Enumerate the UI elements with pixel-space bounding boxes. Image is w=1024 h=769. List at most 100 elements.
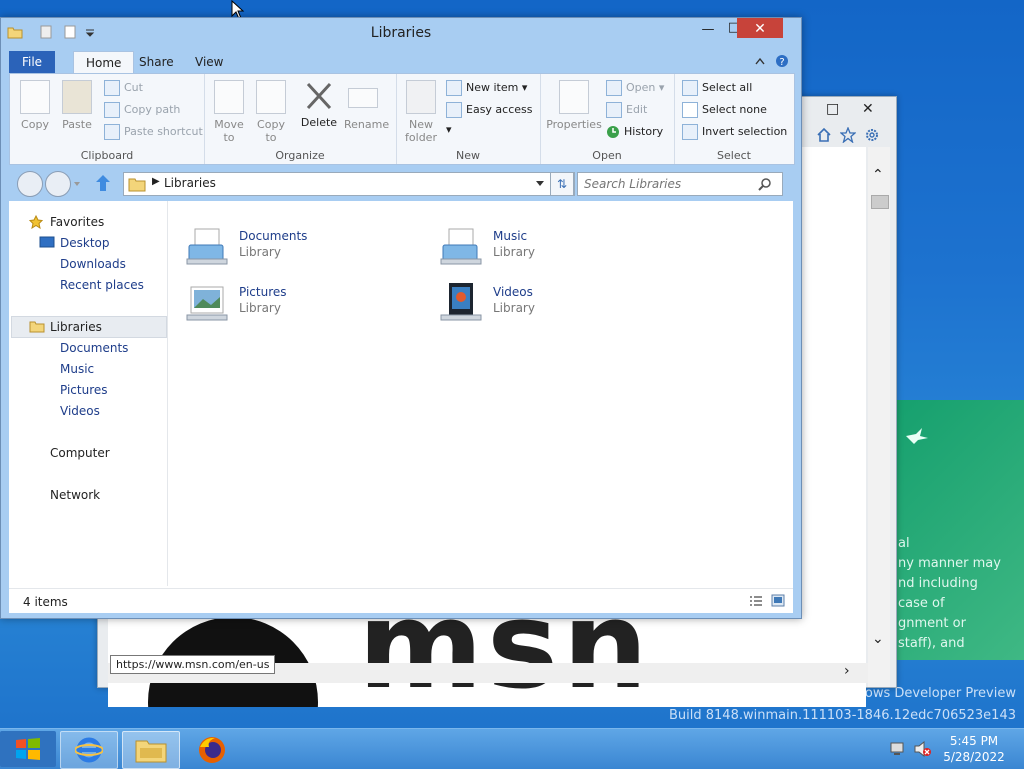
nav-desktop[interactable]: Desktop xyxy=(60,233,110,253)
paste-button[interactable]: Paste xyxy=(58,80,96,131)
background-page-strip: al ny manner may nd including case of gn… xyxy=(896,400,1024,660)
taskbar-internet-explorer[interactable] xyxy=(60,731,118,769)
delete-x-icon xyxy=(306,82,332,110)
documents-library-icon xyxy=(186,228,228,265)
tab-share[interactable]: Share xyxy=(127,51,186,73)
invert-selection-button[interactable]: Invert selection xyxy=(682,122,787,142)
delete-button[interactable]: Delete xyxy=(300,80,338,129)
properties-button[interactable]: Properties xyxy=(546,80,602,131)
item-type: Library xyxy=(493,301,535,315)
home-icon[interactable] xyxy=(816,127,832,143)
nav-music[interactable]: Music xyxy=(60,359,94,379)
copy-to-button[interactable]: Copy to xyxy=(252,80,290,144)
taskbar: 5:45 PM 5/28/2022 xyxy=(0,728,1024,769)
cut-button[interactable]: Cut xyxy=(104,78,143,98)
refresh-button[interactable]: ⇅ xyxy=(550,172,574,196)
favorites-star-icon xyxy=(29,215,43,229)
select-none-button[interactable]: Select none xyxy=(682,100,767,120)
nav-network[interactable]: Network xyxy=(50,485,100,505)
browser-vertical-scrollbar[interactable]: ⌃ ⌄ xyxy=(868,147,890,687)
scroll-up-arrow-icon[interactable]: ⌃ xyxy=(872,167,884,183)
easy-access-button[interactable]: Easy access ▾ xyxy=(446,100,540,136)
tab-view[interactable]: View xyxy=(183,51,235,73)
library-item-pictures[interactable]: Pictures Library xyxy=(185,281,415,325)
history-icon xyxy=(607,126,619,138)
tab-home[interactable]: Home xyxy=(73,51,135,75)
nav-recent-places[interactable]: Recent places xyxy=(60,275,144,295)
minimize-ribbon-chevron-icon[interactable] xyxy=(755,57,765,65)
library-item-videos[interactable]: Videos Library xyxy=(439,281,669,325)
edit-button[interactable]: Edit xyxy=(606,100,647,120)
explorer-window[interactable]: Libraries — □ ✕ File Home Share View ? C… xyxy=(0,17,802,619)
close-button[interactable]: ✕ xyxy=(737,18,783,38)
settings-gear-icon[interactable] xyxy=(864,127,880,143)
search-icon[interactable] xyxy=(758,177,772,191)
taskbar-file-explorer[interactable] xyxy=(122,731,180,769)
address-path-text[interactable]: Libraries xyxy=(164,176,216,190)
rename-button[interactable]: Rename xyxy=(344,80,389,131)
forward-button[interactable] xyxy=(45,171,71,197)
group-clipboard: Copy Paste Cut Copy path Paste shortcut … xyxy=(10,74,205,164)
title-bar[interactable]: Libraries — □ ✕ xyxy=(1,18,801,48)
up-arrow-icon[interactable] xyxy=(95,174,111,192)
select-all-button[interactable]: Select all xyxy=(682,78,752,98)
desktop-watermark-build: Build 8148.winmain.111103-1846.12edc7065… xyxy=(669,708,1016,723)
taskbar-firefox[interactable] xyxy=(184,731,240,767)
history-button[interactable]: History xyxy=(606,122,663,142)
help-icon[interactable]: ? xyxy=(775,54,789,68)
recent-locations-dropdown-icon[interactable] xyxy=(73,181,81,187)
open-button[interactable]: Open ▾ xyxy=(606,78,664,98)
group-new: New folder New item ▾ Easy access ▾ New xyxy=(396,74,541,164)
details-view-icon[interactable] xyxy=(749,595,763,607)
volume-muted-icon[interactable] xyxy=(914,741,932,757)
favorites-star-icon[interactable] xyxy=(840,127,856,143)
tab-file[interactable]: File xyxy=(9,51,55,73)
clock[interactable]: 5:45 PM 5/28/2022 xyxy=(942,733,1006,765)
nav-videos[interactable]: Videos xyxy=(60,401,100,421)
back-button[interactable] xyxy=(17,171,43,197)
library-item-music[interactable]: Music Library xyxy=(439,225,669,269)
address-dropdown-icon[interactable] xyxy=(536,181,544,187)
edit-label: Edit xyxy=(626,103,648,116)
address-path-box[interactable]: ▶ Libraries ⇅ xyxy=(123,172,575,196)
ribbon-tabs: File Home Share View ? xyxy=(9,51,793,75)
nav-computer[interactable]: Computer xyxy=(50,443,110,463)
move-to-button[interactable]: Move to xyxy=(210,80,248,144)
nav-documents[interactable]: Documents xyxy=(60,338,128,358)
copy-button[interactable]: Copy xyxy=(16,80,54,131)
paste-label: Paste xyxy=(62,118,92,131)
search-box[interactable] xyxy=(577,172,783,196)
videos-library-icon xyxy=(440,283,482,321)
invert-selection-label: Invert selection xyxy=(702,125,788,138)
organize-group-label: Organize xyxy=(275,149,325,162)
nav-libraries[interactable]: Libraries xyxy=(50,317,102,337)
scroll-thumb[interactable] xyxy=(871,195,889,209)
address-bar-row: ▶ Libraries ⇅ xyxy=(9,169,793,199)
window-title: Libraries xyxy=(370,25,432,41)
path-separator-icon[interactable]: ▶ xyxy=(152,176,160,187)
nav-pictures[interactable]: Pictures xyxy=(60,380,108,400)
browser-status-url: https://www.msn.com/en-us xyxy=(110,655,276,674)
properties-label: Properties xyxy=(546,118,602,131)
search-input[interactable] xyxy=(582,174,756,194)
copy-path-icon xyxy=(104,102,120,118)
start-button[interactable] xyxy=(0,731,56,767)
scroll-down-arrow-icon[interactable]: ⌄ xyxy=(872,631,884,647)
svg-text:?: ? xyxy=(779,57,784,68)
libraries-folder-icon xyxy=(128,178,146,192)
network-tray-icon[interactable] xyxy=(890,741,906,757)
invert-selection-icon xyxy=(682,124,698,140)
library-item-documents[interactable]: Documents Library xyxy=(185,225,415,269)
new-item-label: New item xyxy=(466,81,519,94)
paste-shortcut-button[interactable]: Paste shortcut xyxy=(104,122,203,142)
paste-shortcut-icon xyxy=(104,124,120,140)
new-item-button[interactable]: New item ▾ xyxy=(446,78,527,98)
nav-downloads[interactable]: Downloads xyxy=(60,254,126,274)
scroll-right-arrow-icon[interactable]: › xyxy=(844,663,850,679)
browser-close-button[interactable]: ✕ xyxy=(862,101,874,117)
copy-path-button[interactable]: Copy path xyxy=(104,100,180,120)
nav-favorites[interactable]: Favorites xyxy=(50,212,104,232)
browser-maximize-button[interactable]: □ xyxy=(826,101,839,117)
new-folder-button[interactable]: New folder xyxy=(402,80,440,144)
large-icons-view-icon[interactable] xyxy=(771,594,785,607)
